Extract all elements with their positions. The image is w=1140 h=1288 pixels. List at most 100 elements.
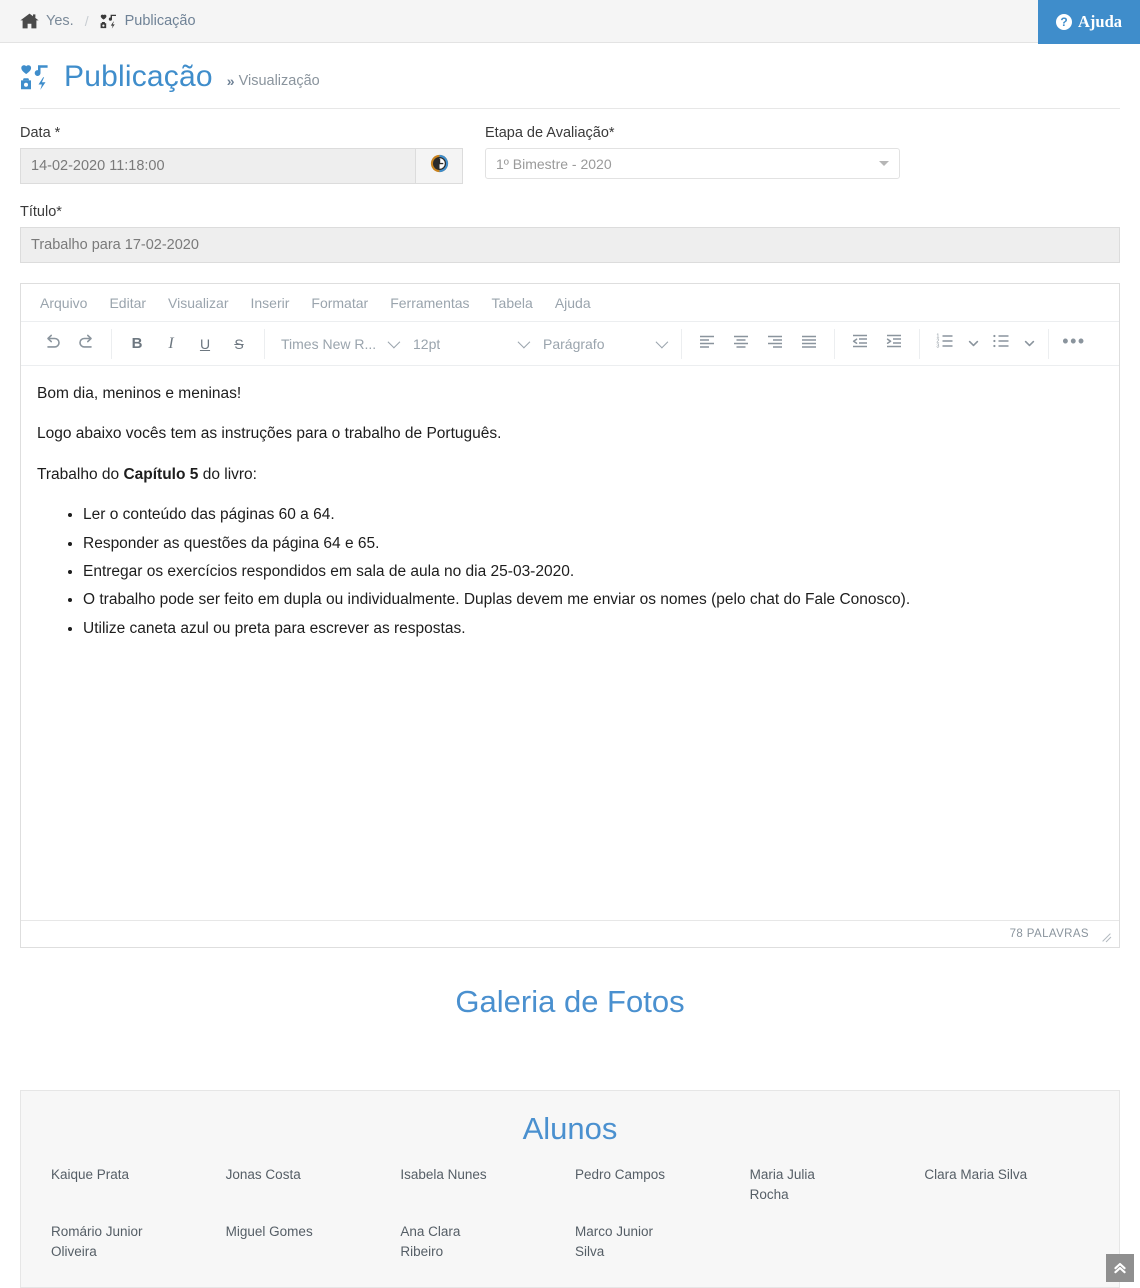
resize-handle-icon[interactable]: [1097, 926, 1113, 943]
italic-button[interactable]: I: [154, 329, 188, 359]
editor-menubar: Arquivo Editar Visualizar Inserir Format…: [21, 284, 1119, 322]
font-family-select[interactable]: Times New R...: [273, 329, 405, 359]
page-header: Publicação » Visualização: [0, 43, 1140, 94]
etapa-select[interactable]: 1º Bimestre - 2020: [485, 148, 900, 179]
redo-icon: [77, 332, 96, 356]
field-data: Data *: [20, 125, 463, 184]
bullet-list-icon: [992, 332, 1010, 355]
list-item: Utilize caneta azul ou preta para escrev…: [83, 619, 1103, 638]
breadcrumb-publicacao-label: Publicação: [124, 13, 196, 29]
toolbar-group-font: Times New R... 12pt Parágrafo: [265, 328, 682, 359]
menu-tabela[interactable]: Tabela: [481, 291, 544, 315]
indent-button[interactable]: [877, 329, 911, 359]
toolbar-group-history: [27, 328, 112, 359]
strikethrough-button[interactable]: S: [222, 329, 256, 359]
menu-editar[interactable]: Editar: [98, 291, 157, 315]
list-item: Ana Clara Ribeiro: [400, 1224, 461, 1259]
numbered-list-button[interactable]: 1 2 3: [928, 329, 962, 359]
field-titulo-label-text: Título: [20, 204, 57, 220]
align-right-button[interactable]: [758, 329, 792, 359]
toolbar-group-inline: B I U S: [112, 328, 265, 359]
toolbar-group-overflow: •••: [1049, 329, 1099, 359]
align-justify-button[interactable]: [792, 329, 826, 359]
chapter-prefix: Trabalho do: [37, 465, 124, 483]
editor-paragraph-1: Bom dia, meninos e meninas!: [37, 385, 242, 402]
form-row-1: Data * 14-02-2020 11:18:00 Etapa de Aval…: [20, 125, 1120, 184]
list-item: Jonas Costa: [225, 1167, 301, 1182]
list-item: Clara Maria Silva: [924, 1167, 1028, 1182]
align-center-icon: [732, 332, 750, 355]
menu-arquivo[interactable]: Arquivo: [29, 291, 98, 315]
align-right-icon: [766, 332, 784, 355]
underline-button[interactable]: U: [188, 329, 222, 359]
list-item: Pedro Campos: [575, 1167, 666, 1182]
clock-picker-button[interactable]: [415, 148, 463, 184]
field-titulo-label: Título*: [20, 204, 1120, 220]
help-button[interactable]: ? Ajuda: [1038, 0, 1140, 44]
undo-button[interactable]: [35, 329, 69, 359]
editor-toolbar: B I U S Times New R... 12pt Parágrafo 1 …: [21, 322, 1119, 366]
alunos-panel: Alunos Kaique Prata Jonas Costa Isabela …: [20, 1090, 1120, 1288]
list-item: O trabalho pode ser feito em dupla ou in…: [83, 590, 1103, 609]
chevron-down-icon: [387, 335, 401, 349]
toolbar-group-lists: 1 2 3: [920, 328, 1049, 359]
undo-icon: [43, 332, 62, 356]
list-item: Responder as questões da página 64 e 65.: [83, 534, 1103, 553]
align-left-button[interactable]: [690, 329, 724, 359]
chapter-bold: Capítulo 5: [123, 465, 199, 483]
toolbar-group-align: [682, 328, 835, 359]
outdent-button[interactable]: [843, 329, 877, 359]
list-item: Romário Junior Oliveira: [51, 1224, 143, 1259]
list-item: Marco Junior Silva: [575, 1224, 654, 1259]
etapa-select-value: 1º Bimestre - 2020: [496, 155, 612, 172]
bullet-list-button[interactable]: [984, 329, 1018, 359]
double-chevron-up-icon: [1112, 1260, 1128, 1276]
list-item: Entregar os exercícios respondidos em sa…: [83, 562, 1103, 581]
menu-inserir[interactable]: Inserir: [239, 291, 300, 315]
form-section: Data * 14-02-2020 11:18:00 Etapa de Aval…: [0, 109, 1140, 263]
editor-paragraph-2: Logo abaixo vocês tem as instruções para…: [37, 425, 502, 443]
chevron-down-icon: [1024, 340, 1034, 347]
block-format-select[interactable]: Parágrafo: [535, 329, 673, 359]
field-titulo: Título*: [20, 204, 1120, 263]
align-center-button[interactable]: [724, 329, 758, 359]
editor-content-area[interactable]: Bom dia, meninos e meninas! Logo abaixo …: [21, 366, 1119, 920]
toolbar-group-indent: [835, 328, 920, 359]
block-format-value: Parágrafo: [543, 335, 605, 352]
breadcrumb-home-label: Yes.: [46, 13, 74, 29]
editor-bullet-list: Ler o conteúdo das páginas 60 a 64. Resp…: [37, 505, 1103, 638]
menu-ajuda[interactable]: Ajuda: [544, 291, 602, 315]
field-etapa-label: Etapa de Avaliação*: [485, 125, 900, 141]
bold-button[interactable]: B: [120, 329, 154, 359]
menu-visualizar[interactable]: Visualizar: [157, 291, 239, 315]
numbered-list-options-button[interactable]: [962, 338, 984, 349]
font-family-value: Times New R...: [281, 335, 377, 352]
double-chevron-right-icon: »: [226, 73, 235, 89]
publication-icon: [100, 14, 118, 29]
font-size-select[interactable]: 12pt: [405, 329, 535, 359]
menu-formatar[interactable]: Formatar: [300, 291, 379, 315]
chevron-down-icon: [655, 335, 669, 349]
svg-text:3: 3: [936, 344, 939, 350]
titulo-input[interactable]: [20, 227, 1120, 263]
date-input[interactable]: [20, 148, 415, 184]
editor-paragraph-3: Trabalho do Capítulo 5 do livro:: [37, 465, 1103, 484]
list-item: Maria Julia Rocha: [749, 1167, 815, 1202]
scroll-to-top-button[interactable]: [1106, 1254, 1134, 1282]
toolbar-overflow-button[interactable]: •••: [1057, 329, 1091, 359]
alunos-title: Alunos: [522, 1111, 618, 1146]
breadcrumb-item-home[interactable]: Yes.: [20, 13, 74, 29]
rich-text-editor: Arquivo Editar Visualizar Inserir Format…: [20, 283, 1120, 948]
publication-icon: [20, 64, 50, 91]
home-icon: [20, 13, 39, 29]
breadcrumb-item-publicacao[interactable]: Publicação: [100, 13, 196, 29]
align-justify-icon: [800, 332, 818, 355]
list-item: Kaique Prata: [51, 1167, 130, 1182]
indent-icon: [885, 332, 903, 355]
chevron-down-icon: [517, 335, 531, 349]
redo-button[interactable]: [69, 329, 103, 359]
menu-ferramentas[interactable]: Ferramentas: [379, 291, 480, 315]
breadcrumb: Yes. / Publicação: [20, 13, 196, 29]
question-circle-icon: ?: [1055, 14, 1072, 30]
bullet-list-options-button[interactable]: [1018, 338, 1040, 349]
